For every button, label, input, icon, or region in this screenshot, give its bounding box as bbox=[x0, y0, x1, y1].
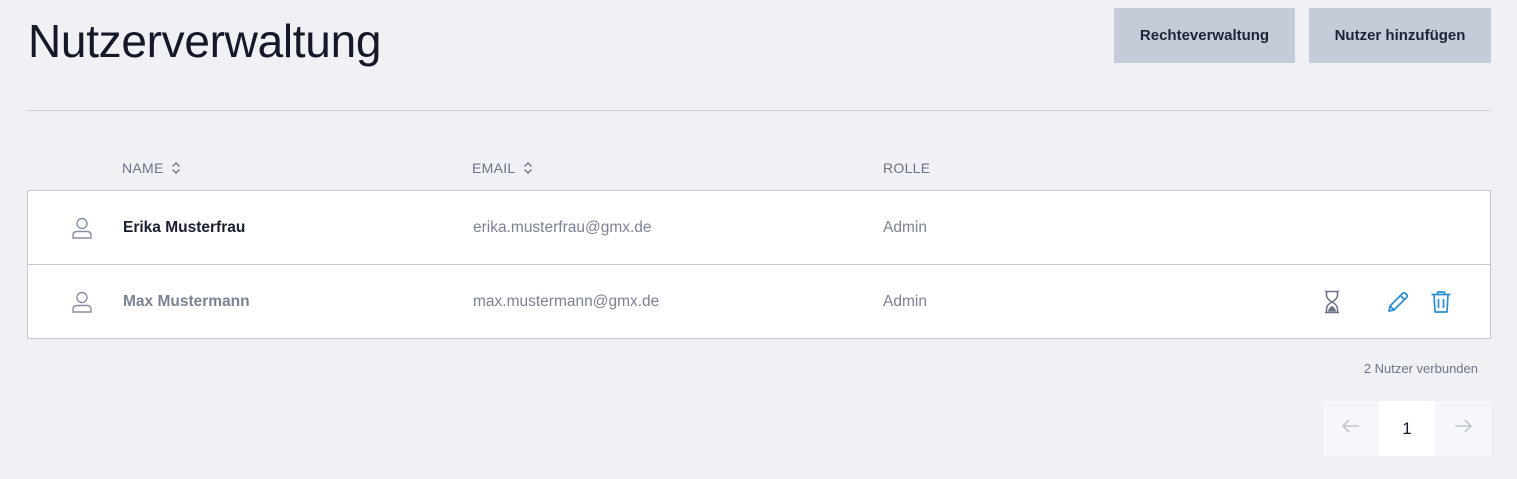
column-header-role: ROLLE bbox=[883, 160, 930, 176]
table-row[interactable]: Erika Musterfrau erika.musterfrau@gmx.de… bbox=[28, 191, 1490, 265]
user-role: Admin bbox=[883, 219, 927, 236]
pencil-icon[interactable] bbox=[1385, 265, 1411, 339]
sort-icon[interactable] bbox=[523, 161, 533, 175]
column-header-role-label: ROLLE bbox=[883, 160, 931, 176]
arrow-left-icon bbox=[1341, 418, 1361, 439]
hourglass-icon bbox=[1320, 265, 1344, 339]
table-row[interactable]: Max Mustermann max.mustermann@gmx.de Adm… bbox=[28, 265, 1490, 339]
users-table: Erika Musterfrau erika.musterfrau@gmx.de… bbox=[27, 190, 1491, 339]
page-number-current[interactable]: 1 bbox=[1379, 401, 1435, 456]
prev-page-button[interactable] bbox=[1323, 401, 1379, 456]
user-outline-icon bbox=[70, 265, 94, 339]
column-header-email-label: EMAIL bbox=[472, 160, 516, 176]
user-outline-icon bbox=[70, 191, 94, 265]
user-role: Admin bbox=[883, 293, 927, 310]
column-header-email[interactable]: EMAIL bbox=[472, 160, 533, 176]
next-page-button[interactable] bbox=[1435, 401, 1491, 456]
column-header-name[interactable]: NAME bbox=[122, 160, 181, 176]
trash-icon[interactable] bbox=[1428, 265, 1454, 339]
pagination: 1 bbox=[1323, 401, 1491, 456]
user-count: 2 Nutzer verbunden bbox=[1363, 361, 1478, 376]
header-divider bbox=[27, 110, 1491, 111]
rights-management-button[interactable]: Rechteverwaltung bbox=[1114, 8, 1295, 63]
user-name: Erika Musterfrau bbox=[123, 219, 246, 236]
user-email: max.mustermann@gmx.de bbox=[473, 293, 660, 310]
add-user-button[interactable]: Nutzer hinzufügen bbox=[1309, 8, 1491, 63]
arrow-right-icon bbox=[1453, 418, 1473, 439]
sort-icon[interactable] bbox=[171, 161, 181, 175]
column-header-name-label: NAME bbox=[122, 160, 164, 176]
page-title: Nutzerverwaltung bbox=[28, 15, 382, 67]
user-email: erika.musterfrau@gmx.de bbox=[473, 219, 652, 236]
user-name: Max Mustermann bbox=[123, 293, 250, 310]
